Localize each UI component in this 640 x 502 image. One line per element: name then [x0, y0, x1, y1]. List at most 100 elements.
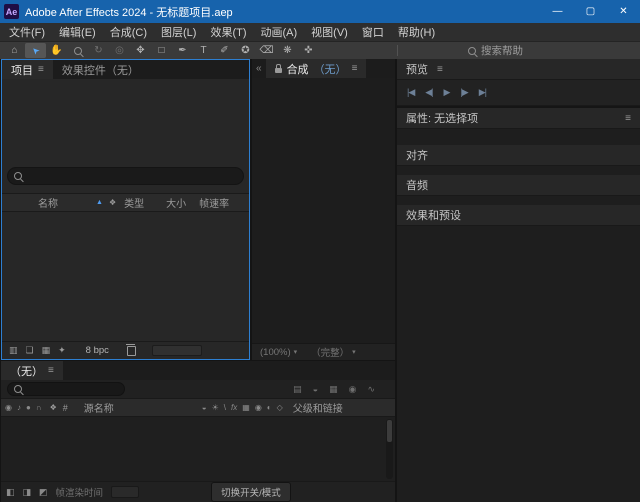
- menu-animation[interactable]: 动画(A): [254, 24, 305, 40]
- pan-behind-tool-icon[interactable]: ✥: [130, 43, 151, 58]
- color-depth-button[interactable]: 8 bpc: [86, 345, 109, 356]
- menu-composition[interactable]: 合成(C): [103, 24, 154, 40]
- eraser-tool-icon[interactable]: ⌫: [256, 43, 277, 58]
- delete-icon[interactable]: [127, 346, 136, 356]
- mini-flowchart-icon[interactable]: ▤: [293, 384, 302, 395]
- audio-panel-header[interactable]: 音频: [397, 175, 640, 196]
- puppet-tool-icon[interactable]: ✜: [298, 43, 319, 58]
- menu-effect[interactable]: 效果(T): [203, 24, 253, 40]
- viewer-lock-icon[interactable]: [275, 68, 282, 73]
- lock-icon[interactable]: ∩: [36, 403, 42, 412]
- quality-icon[interactable]: \: [224, 403, 226, 412]
- play-button[interactable]: ▶: [444, 87, 450, 98]
- type-tool-icon[interactable]: T: [193, 43, 214, 58]
- menu-help[interactable]: 帮助(H): [391, 24, 442, 40]
- expand-in-out-icon[interactable]: ◩: [39, 487, 48, 498]
- column-size[interactable]: 大小: [166, 195, 186, 210]
- adjustment-layer-icon[interactable]: ◐: [267, 403, 272, 412]
- first-frame-button[interactable]: |◀: [407, 87, 414, 98]
- effects-presets-panel-header[interactable]: 效果和预设: [397, 205, 640, 226]
- shape-tool-icon[interactable]: □: [151, 43, 172, 58]
- project-search-input[interactable]: [7, 167, 244, 185]
- column-source-name[interactable]: 源名称: [84, 400, 114, 415]
- maximize-button[interactable]: ▢: [574, 0, 607, 23]
- panel-menu-icon[interactable]: ≡: [48, 365, 54, 376]
- window-controls: — ▢ ✕: [541, 0, 640, 23]
- toggle-switches-modes-button[interactable]: 切换开关/模式: [211, 482, 291, 502]
- column-type[interactable]: 类型: [124, 195, 144, 210]
- shy-icon[interactable]: ◒: [202, 403, 207, 412]
- camera-tool-icon[interactable]: ◎: [109, 43, 130, 58]
- composition-viewport[interactable]: [252, 78, 395, 343]
- menu-file[interactable]: 文件(F): [2, 24, 52, 40]
- search-help-box[interactable]: 搜索帮助: [468, 42, 523, 59]
- brush-tool-icon[interactable]: ✐: [214, 43, 235, 58]
- label-column-icon[interactable]: ❖: [109, 198, 116, 207]
- minimize-button[interactable]: —: [541, 0, 574, 23]
- orbit-camera-tool-icon[interactable]: ↻: [88, 43, 109, 58]
- menu-layer[interactable]: 图层(L): [154, 24, 203, 40]
- app-window: Ae Adobe After Effects 2024 - 无标题项目.aep …: [0, 0, 640, 502]
- motion-blur-icon[interactable]: ◉: [255, 403, 262, 412]
- clone-stamp-tool-icon[interactable]: ✪: [235, 43, 256, 58]
- preview-panel-header[interactable]: 预览 ≡: [397, 59, 640, 80]
- scrollbar-thumb[interactable]: [387, 420, 392, 442]
- index-column-icon[interactable]: #: [63, 403, 68, 413]
- shy-icon[interactable]: ◒: [313, 384, 318, 395]
- close-button[interactable]: ✕: [607, 0, 640, 23]
- vertical-scrollbar[interactable]: [386, 419, 393, 479]
- roto-brush-tool-icon[interactable]: ❋: [277, 43, 298, 58]
- selection-tool-icon[interactable]: ➤: [25, 43, 46, 58]
- effects-icon[interactable]: fx: [231, 403, 237, 412]
- column-name[interactable]: 名称: [38, 195, 58, 210]
- timeline-layer-area[interactable]: [1, 417, 395, 481]
- resolution-dropdown[interactable]: （完整） ▾: [311, 345, 356, 359]
- sort-ascending-icon[interactable]: ▲: [96, 199, 103, 206]
- panel-menu-icon[interactable]: ≡: [625, 113, 631, 124]
- timeline-search-input[interactable]: [7, 382, 125, 396]
- menu-view[interactable]: 视图(V): [304, 24, 355, 40]
- project-settings-icon[interactable]: ✦: [58, 345, 66, 356]
- hand-tool-icon[interactable]: ✋: [46, 43, 67, 58]
- tab-timeline[interactable]: （无） ≡: [1, 361, 63, 380]
- tab-project[interactable]: 项目 ≡: [2, 60, 53, 79]
- solo-icon[interactable]: ●: [26, 403, 31, 412]
- collapse-transformations-icon[interactable]: ☀: [212, 403, 219, 412]
- chevron-down-icon: ▾: [352, 348, 356, 356]
- menu-window[interactable]: 窗口: [355, 24, 391, 40]
- panel-menu-icon[interactable]: ≡: [38, 64, 44, 75]
- expand-transfer-controls-icon[interactable]: ◨: [23, 487, 32, 498]
- new-folder-icon[interactable]: ❏: [26, 345, 34, 356]
- panel-spacer: [397, 129, 640, 145]
- frame-blend-icon[interactable]: ▦: [242, 403, 250, 412]
- properties-panel-header[interactable]: 属性: 无选择项 ≡: [397, 108, 640, 129]
- effects-presets-title: 效果和预设: [406, 207, 461, 223]
- panel-menu-icon[interactable]: ≡: [437, 64, 443, 75]
- 3d-layer-icon[interactable]: ◇: [277, 403, 283, 412]
- frame-blend-icon[interactable]: ▦: [329, 384, 338, 395]
- graph-editor-icon[interactable]: ∿: [367, 384, 375, 395]
- motion-blur-icon[interactable]: ◉: [349, 384, 357, 395]
- project-item-list[interactable]: [2, 212, 249, 341]
- video-icon[interactable]: ◉: [5, 403, 12, 412]
- align-panel-header[interactable]: 对齐: [397, 145, 640, 166]
- interpret-footage-icon[interactable]: ▥: [9, 345, 18, 356]
- expand-layer-switches-icon[interactable]: ◧: [6, 487, 15, 498]
- tab-overflow-icon[interactable]: «: [252, 59, 266, 78]
- next-frame-button[interactable]: |▶: [460, 87, 467, 98]
- column-frame-rate[interactable]: 帧速率: [199, 195, 229, 210]
- home-icon[interactable]: ⌂: [4, 43, 25, 58]
- panel-menu-icon[interactable]: ≡: [352, 63, 358, 74]
- label-column-icon[interactable]: ❖: [50, 403, 57, 412]
- audio-icon[interactable]: ♪: [17, 403, 21, 412]
- tab-composition[interactable]: 合成 （无） ≡: [266, 59, 367, 78]
- pen-tool-icon[interactable]: ✒: [172, 43, 193, 58]
- tab-effect-controls[interactable]: 效果控件（无）: [53, 60, 148, 79]
- column-parent-link[interactable]: 父级和链接: [293, 400, 343, 415]
- new-composition-icon[interactable]: ▦: [42, 345, 51, 356]
- menu-edit[interactable]: 编辑(E): [52, 24, 103, 40]
- magnification-dropdown[interactable]: (100%) ▾: [260, 347, 297, 358]
- previous-frame-button[interactable]: ◀|: [425, 87, 432, 98]
- zoom-tool-icon[interactable]: [67, 43, 88, 58]
- last-frame-button[interactable]: ▶|: [479, 87, 486, 98]
